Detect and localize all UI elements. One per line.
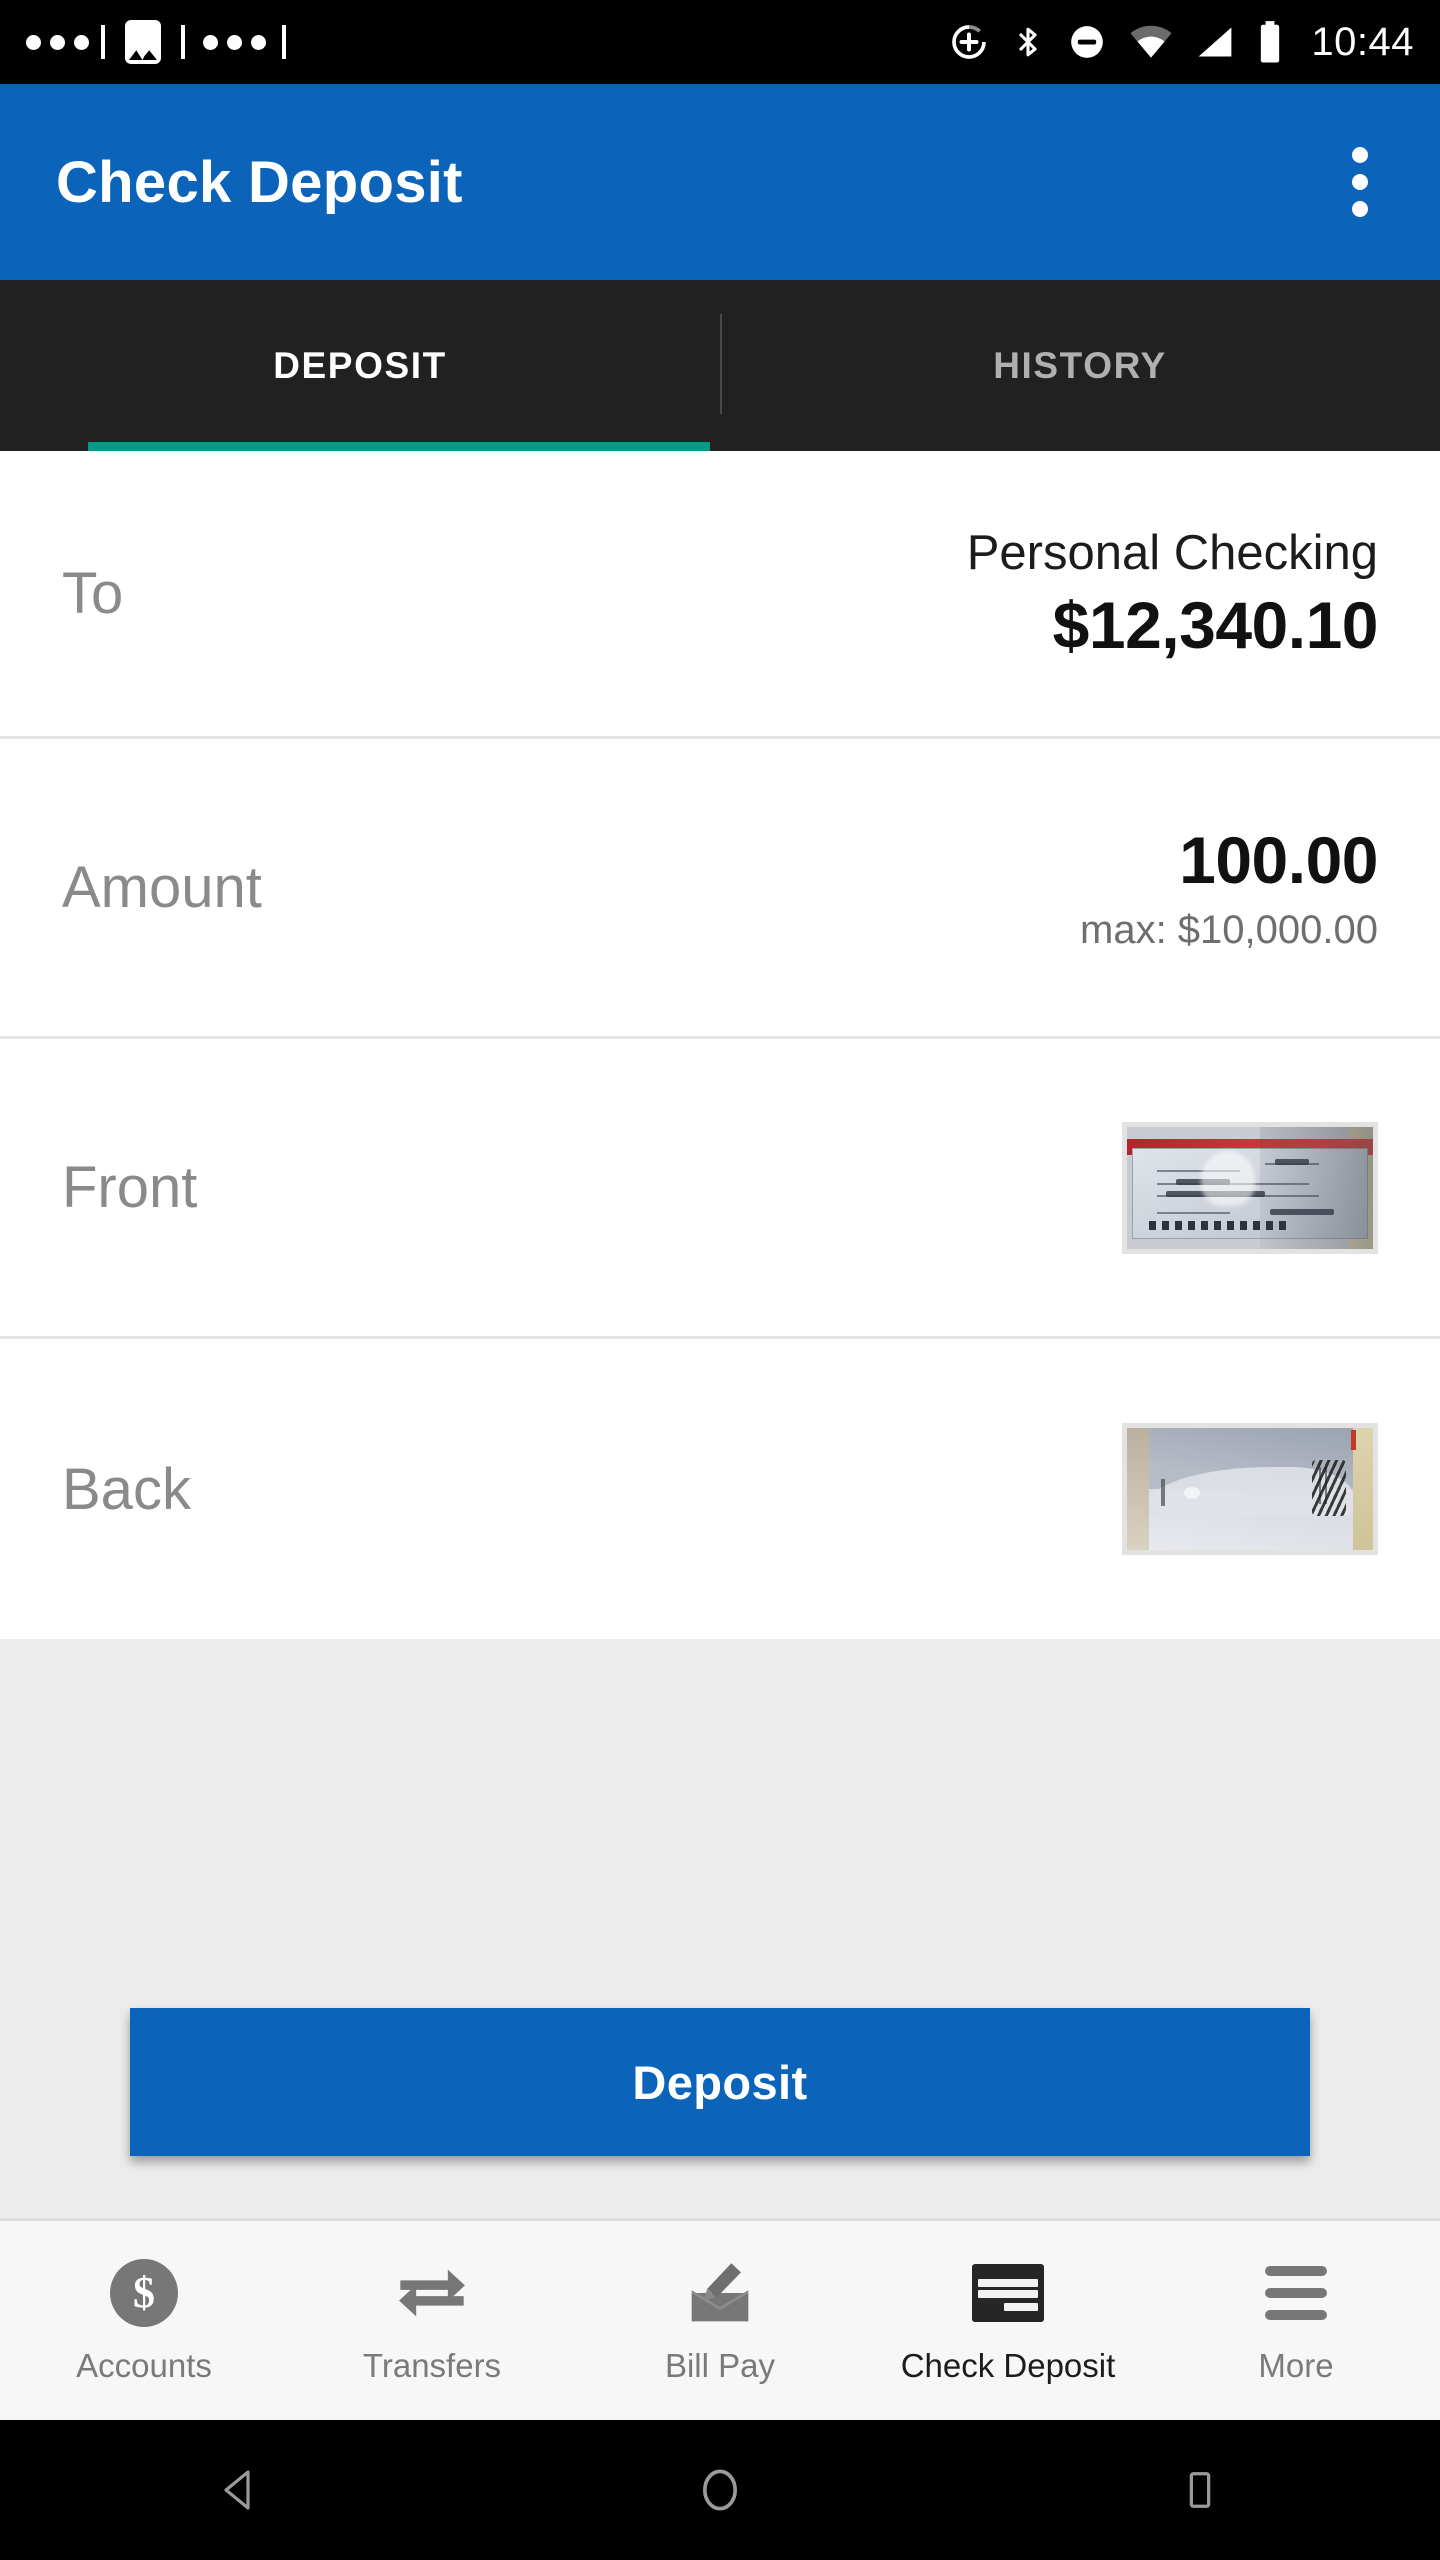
back-triangle-icon[interactable]	[0, 2464, 480, 2516]
home-circle-icon[interactable]	[480, 2464, 960, 2516]
check-icon	[972, 2257, 1044, 2329]
row-back[interactable]: Back	[0, 1339, 1440, 1639]
more-dots-icon-2	[203, 34, 266, 50]
row-to[interactable]: To Personal Checking $12,340.10	[0, 451, 1440, 739]
battery-icon	[1257, 20, 1283, 64]
nav-item-bill-pay[interactable]: Bill Pay	[576, 2257, 864, 2385]
check-front-photo	[1127, 1126, 1373, 1249]
nav-item-check-deposit[interactable]: Check Deposit	[864, 2257, 1152, 2385]
status-divider-icon-2	[181, 25, 185, 59]
photo-icon	[125, 20, 161, 64]
status-bar-left-icons	[26, 20, 286, 64]
more-dots-icon	[26, 34, 89, 50]
deposit-button[interactable]: Deposit	[130, 2008, 1310, 2156]
nav-label-transfers: Transfers	[362, 2346, 502, 2384]
check-back-thumbnail[interactable]	[1122, 1423, 1378, 1555]
tab-history[interactable]: HISTORY	[720, 280, 1440, 451]
row-amount-value: 100.00 max: $10,000.00	[1080, 822, 1378, 953]
tab-history-label: HISTORY	[993, 344, 1167, 386]
nav-item-transfers[interactable]: Transfers	[288, 2257, 576, 2385]
page-title: Check Deposit	[56, 149, 463, 215]
app-bar: Check Deposit	[0, 84, 1440, 280]
cell-signal-icon	[1195, 22, 1235, 62]
row-to-label: To	[62, 561, 124, 626]
nav-label-accounts: Accounts	[76, 2346, 212, 2384]
nav-label-bill-pay: Bill Pay	[664, 2346, 776, 2384]
bottom-navigation: $ Accounts Transfers Bill Pay Check Depo…	[0, 2218, 1440, 2420]
row-amount[interactable]: Amount 100.00 max: $10,000.00	[0, 739, 1440, 1039]
row-amount-label: Amount	[62, 855, 262, 920]
content-spacer: Deposit	[0, 1639, 1440, 2218]
row-front-label: Front	[62, 1155, 198, 1220]
account-name: Personal Checking	[966, 525, 1378, 580]
envelope-pen-icon	[685, 2257, 755, 2329]
tab-deposit[interactable]: DEPOSIT	[0, 280, 720, 451]
amount-max-hint: max: $10,000.00	[1080, 908, 1378, 952]
bluetooth-icon	[1011, 22, 1045, 62]
nav-item-more[interactable]: More	[1152, 2257, 1440, 2385]
status-divider-icon	[101, 25, 105, 59]
deposit-form-list: To Personal Checking $12,340.10 Amount 1…	[0, 451, 1440, 1639]
android-status-bar: 10:44	[0, 0, 1440, 84]
transfer-arrows-icon	[394, 2257, 470, 2329]
dollar-circle-icon: $	[110, 2257, 178, 2329]
nav-item-accounts[interactable]: $ Accounts	[0, 2257, 288, 2385]
tab-bar: DEPOSIT HISTORY	[0, 280, 1440, 451]
system-navigation-bar	[0, 2420, 1440, 2560]
tab-deposit-label: DEPOSIT	[273, 344, 447, 386]
check-front-thumbnail[interactable]	[1122, 1121, 1378, 1254]
status-divider-icon-3	[282, 25, 286, 59]
row-to-value: Personal Checking $12,340.10	[966, 525, 1379, 663]
more-vertical-icon[interactable]	[1336, 133, 1384, 231]
nav-label-check-deposit: Check Deposit	[900, 2346, 1116, 2384]
do-not-disturb-icon	[1067, 22, 1107, 62]
check-back-photo	[1127, 1428, 1373, 1550]
nav-label-more: More	[1258, 2346, 1334, 2384]
amount-input[interactable]: 100.00	[1179, 822, 1378, 898]
app-screen: 10:44 Check Deposit DEPOSIT HISTORY To P…	[0, 0, 1440, 2560]
row-back-label: Back	[62, 1456, 191, 1522]
wifi-icon	[1129, 22, 1173, 62]
status-bar-right-icons: 10:44	[949, 20, 1414, 65]
tab-active-indicator	[88, 442, 710, 451]
hamburger-icon	[1265, 2257, 1327, 2329]
status-bar-clock: 10:44	[1311, 19, 1414, 64]
sync-add-icon	[949, 22, 989, 62]
account-balance: $12,340.10	[1052, 587, 1379, 662]
row-front[interactable]: Front	[0, 1039, 1440, 1339]
recents-square-icon[interactable]	[960, 2464, 1440, 2516]
